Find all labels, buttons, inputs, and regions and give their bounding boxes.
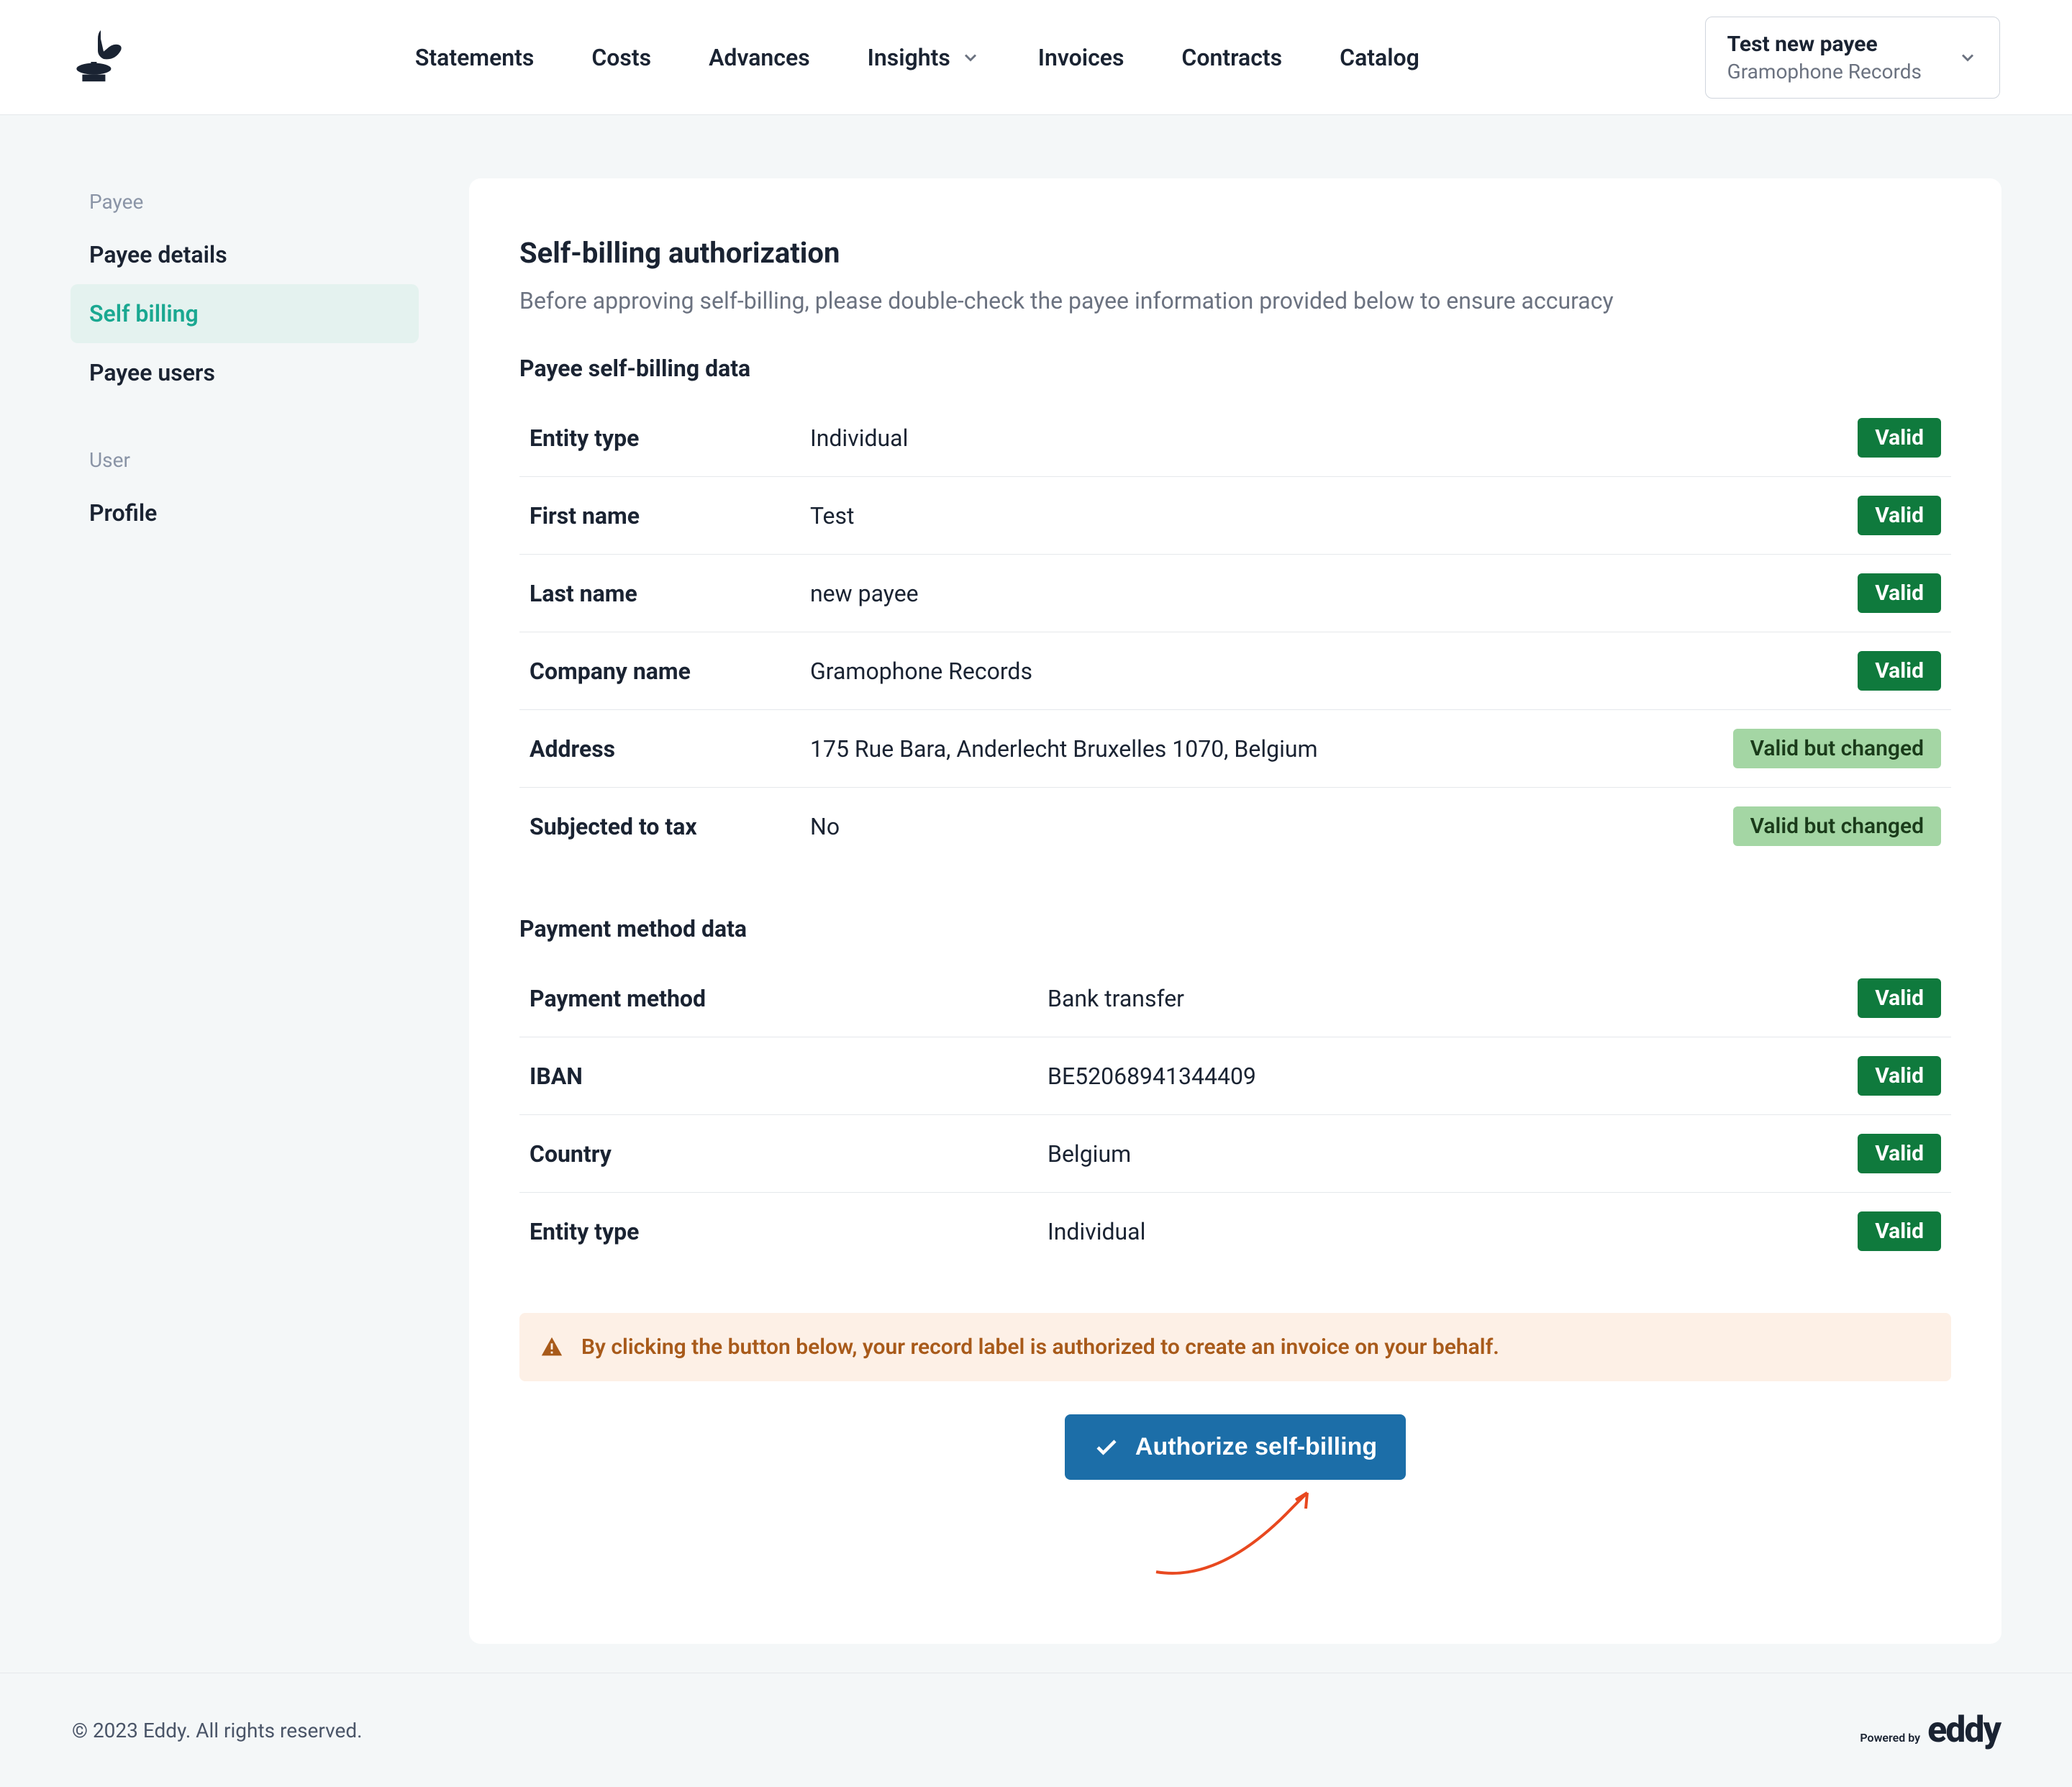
sidebar-item-payee-users[interactable]: Payee users [71, 343, 419, 402]
table-row: Last name new payee Valid [519, 555, 1951, 632]
nav-insights-label: Insights [868, 44, 950, 71]
row-label: Payment method [530, 985, 1048, 1012]
nav-costs[interactable]: Costs [591, 44, 651, 71]
authorize-button-label: Authorize self-billing [1135, 1433, 1377, 1461]
logo[interactable] [72, 27, 130, 88]
page-description: Before approving self-billing, please do… [519, 287, 1951, 314]
sidebar-item-profile[interactable]: Profile [71, 483, 419, 542]
arrow-annotation [519, 1471, 1951, 1579]
row-value: BE52068941344409 [1048, 1063, 1858, 1090]
main-card: Self-billing authorization Before approv… [469, 178, 2001, 1644]
account-sub: Gramophone Records [1727, 60, 1922, 83]
row-value: Test [810, 502, 1858, 529]
nav-insights[interactable]: Insights [868, 44, 981, 71]
status-badge: Valid [1858, 978, 1941, 1018]
account-dropdown-text: Test new payee Gramophone Records [1727, 32, 1922, 83]
nav-catalog[interactable]: Catalog [1340, 44, 1419, 71]
status-badge: Valid [1858, 573, 1941, 613]
sidebar-item-self-billing[interactable]: Self billing [71, 284, 419, 343]
button-wrap: Authorize self-billing [519, 1414, 1951, 1480]
table-row: Entity type Individual Valid [519, 1193, 1951, 1270]
nav-contracts[interactable]: Contracts [1181, 44, 1282, 71]
check-icon [1094, 1434, 1119, 1460]
row-label: First name [530, 502, 810, 529]
footer: © 2023 Eddy. All rights reserved. Powere… [0, 1673, 2072, 1787]
account-dropdown[interactable]: Test new payee Gramophone Records [1705, 17, 2000, 99]
chevron-down-icon [1958, 47, 1978, 68]
row-value: Individual [810, 424, 1858, 452]
table-row: IBAN BE52068941344409 Valid [519, 1037, 1951, 1115]
status-badge: Valid [1858, 1134, 1941, 1173]
status-badge: Valid [1858, 418, 1941, 458]
sidebar: Payee Payee details Self billing Payee u… [71, 178, 419, 542]
sidebar-section-payee: Payee [71, 178, 419, 225]
page-body: Payee Payee details Self billing Payee u… [0, 115, 2072, 1644]
table-row: First name Test Valid [519, 477, 1951, 555]
chevron-down-icon [960, 47, 981, 68]
account-name: Test new payee [1727, 32, 1922, 57]
status-badge: Valid but changed [1733, 729, 1941, 768]
powered-by: Powered by eddy [1860, 1709, 2000, 1751]
row-value: Bank transfer [1048, 985, 1858, 1012]
row-label: Last name [530, 580, 810, 607]
footer-copyright: © 2023 Eddy. All rights reserved. [72, 1719, 363, 1742]
table-row: Entity type Individual Valid [519, 399, 1951, 477]
status-badge: Valid but changed [1733, 806, 1941, 846]
powered-label: Powered by [1860, 1731, 1920, 1745]
payee-data-table: Entity type Individual Valid First name … [519, 399, 1951, 865]
payment-data-heading: Payment method data [519, 915, 1951, 942]
main-nav: Statements Costs Advances Insights Invoi… [415, 44, 1419, 71]
row-label: Address [530, 735, 810, 763]
row-label: Country [530, 1140, 1048, 1168]
row-value: new payee [810, 580, 1858, 607]
warning-alert: By clicking the button below, your recor… [519, 1313, 1951, 1381]
status-badge: Valid [1858, 1211, 1941, 1251]
payment-data-table: Payment method Bank transfer Valid IBAN … [519, 960, 1951, 1270]
authorize-button[interactable]: Authorize self-billing [1065, 1414, 1406, 1480]
nav-invoices[interactable]: Invoices [1038, 44, 1124, 71]
status-badge: Valid [1858, 1056, 1941, 1096]
row-label: Entity type [530, 1218, 1048, 1245]
row-value: Gramophone Records [810, 658, 1858, 685]
row-label: Entity type [530, 424, 810, 452]
row-label: Subjected to tax [530, 813, 810, 840]
payee-data-heading: Payee self-billing data [519, 355, 1951, 382]
table-row: Company name Gramophone Records Valid [519, 632, 1951, 710]
table-row: Payment method Bank transfer Valid [519, 960, 1951, 1037]
status-badge: Valid [1858, 496, 1941, 535]
table-row: Country Belgium Valid [519, 1115, 1951, 1193]
table-row: Subjected to tax No Valid but changed [519, 788, 1951, 865]
page-title: Self-billing authorization [519, 236, 1951, 270]
nav-statements[interactable]: Statements [415, 44, 535, 71]
status-badge: Valid [1858, 651, 1941, 691]
sidebar-section-user: User [71, 437, 419, 483]
warning-icon [540, 1335, 564, 1360]
app-header: Statements Costs Advances Insights Invoi… [0, 0, 2072, 115]
table-row: Address 175 Rue Bara, Anderlecht Bruxell… [519, 710, 1951, 788]
sidebar-item-payee-details[interactable]: Payee details [71, 225, 419, 284]
powered-logo: eddy [1927, 1709, 2000, 1751]
alert-text: By clicking the button below, your recor… [581, 1334, 1499, 1360]
row-value: 175 Rue Bara, Anderlecht Bruxelles 1070,… [810, 735, 1733, 763]
row-label: Company name [530, 658, 810, 685]
row-value: Belgium [1048, 1140, 1858, 1168]
gramophone-logo-icon [72, 27, 130, 85]
row-value: Individual [1048, 1218, 1858, 1245]
nav-advances[interactable]: Advances [709, 44, 810, 71]
row-value: No [810, 813, 1733, 840]
row-label: IBAN [530, 1063, 1048, 1090]
arrow-icon [1120, 1471, 1350, 1579]
